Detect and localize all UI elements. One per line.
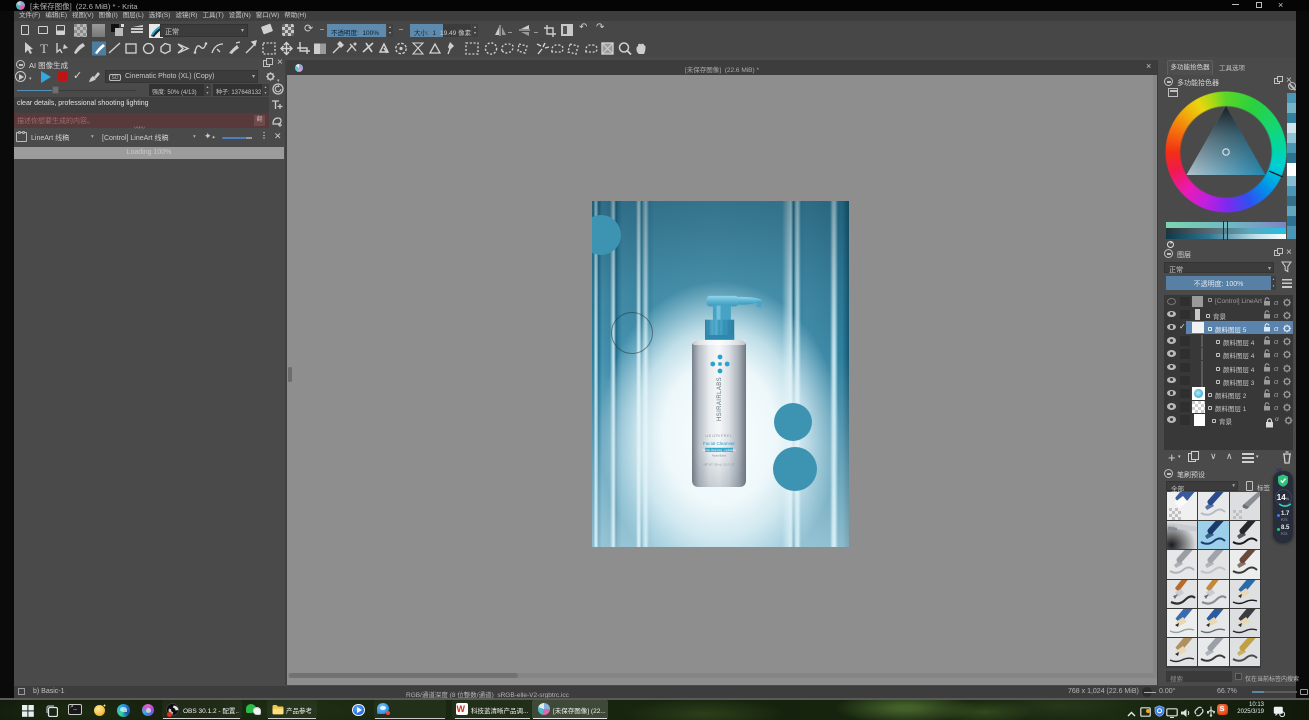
svg-text:T: T — [40, 41, 48, 56]
svg-text:UDIZRIFREL: UDIZRIFREL — [705, 434, 732, 438]
svg-text:Gentle Cleansing · Hydrating: Gentle Cleansing · Hydrating — [702, 448, 736, 452]
svg-text:Hydra Boost: Hydra Boost — [712, 454, 727, 458]
svg-text:HSIRAIRLABS: HSIRAIRLABS — [717, 377, 723, 421]
svg-text:NET WT. 150 mL / 5.0 FL.OZ: NET WT. 150 mL / 5.0 FL.OZ — [704, 464, 735, 467]
svg-text:Facial Cleanser: Facial Cleanser — [703, 441, 735, 446]
